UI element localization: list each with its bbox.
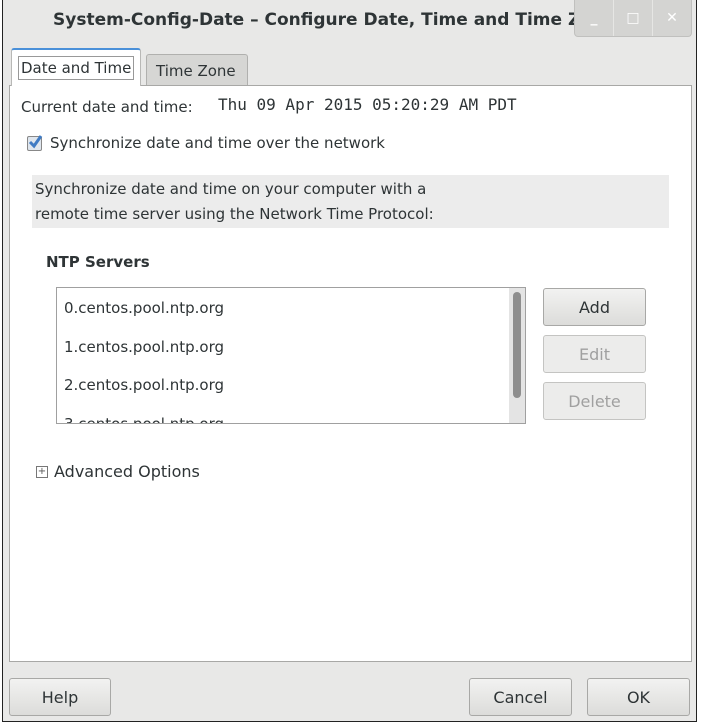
scrollbar[interactable]: [509, 288, 525, 423]
sync-label: Synchronize date and time over the netwo…: [50, 134, 385, 152]
close-icon[interactable]: ✕: [652, 0, 691, 36]
checkbox-checked-icon[interactable]: [27, 134, 43, 151]
window-controls: _ □ ✕: [574, 0, 692, 37]
list-item[interactable]: 0.centos.pool.ntp.org: [64, 299, 224, 317]
tab-label: Date and Time: [18, 56, 135, 80]
current-datetime-label: Current date and time:: [21, 98, 193, 116]
tab-time-zone[interactable]: Time Zone: [146, 54, 248, 86]
ntp-servers-heading: NTP Servers: [46, 253, 150, 271]
date-time-panel: Current date and time: Thu 09 Apr 2015 0…: [9, 85, 692, 662]
tab-label: Time Zone: [156, 61, 236, 80]
ntp-description: Synchronize date and time on your comput…: [32, 175, 669, 228]
add-button[interactable]: Add: [543, 288, 646, 326]
advanced-options-label: Advanced Options: [54, 462, 200, 481]
help-button[interactable]: Help: [9, 678, 111, 716]
advanced-options-expander[interactable]: + Advanced Options: [36, 462, 200, 481]
dialog-window: System-Config-Date – Configure Date, Tim…: [2, 0, 697, 722]
ok-button[interactable]: OK: [587, 678, 690, 716]
title-bar: System-Config-Date – Configure Date, Tim…: [3, 0, 696, 42]
expand-plus-icon[interactable]: +: [36, 465, 48, 478]
sync-checkbox[interactable]: Synchronize date and time over the netwo…: [27, 134, 385, 152]
scrollbar-thumb[interactable]: [513, 292, 521, 398]
maximize-icon[interactable]: □: [613, 0, 652, 36]
delete-button[interactable]: Delete: [543, 382, 646, 420]
list-item[interactable]: 1.centos.pool.ntp.org: [64, 338, 224, 356]
current-datetime-value: Thu 09 Apr 2015 05:20:29 AM PDT: [218, 95, 517, 114]
description-line: Synchronize date and time on your comput…: [35, 180, 427, 198]
window-title: System-Config-Date – Configure Date, Tim…: [53, 10, 616, 30]
ntp-server-list[interactable]: 0.centos.pool.ntp.org 1.centos.pool.ntp.…: [56, 287, 526, 424]
minimize-icon[interactable]: _: [575, 0, 613, 36]
tab-date-and-time[interactable]: Date and Time: [11, 48, 142, 86]
cancel-button[interactable]: Cancel: [469, 678, 572, 716]
list-item[interactable]: 2.centos.pool.ntp.org: [64, 376, 224, 394]
list-item[interactable]: 3.centos.pool.ntp.org: [64, 415, 224, 423]
edit-button[interactable]: Edit: [543, 335, 646, 373]
description-line: remote time server using the Network Tim…: [35, 205, 434, 223]
